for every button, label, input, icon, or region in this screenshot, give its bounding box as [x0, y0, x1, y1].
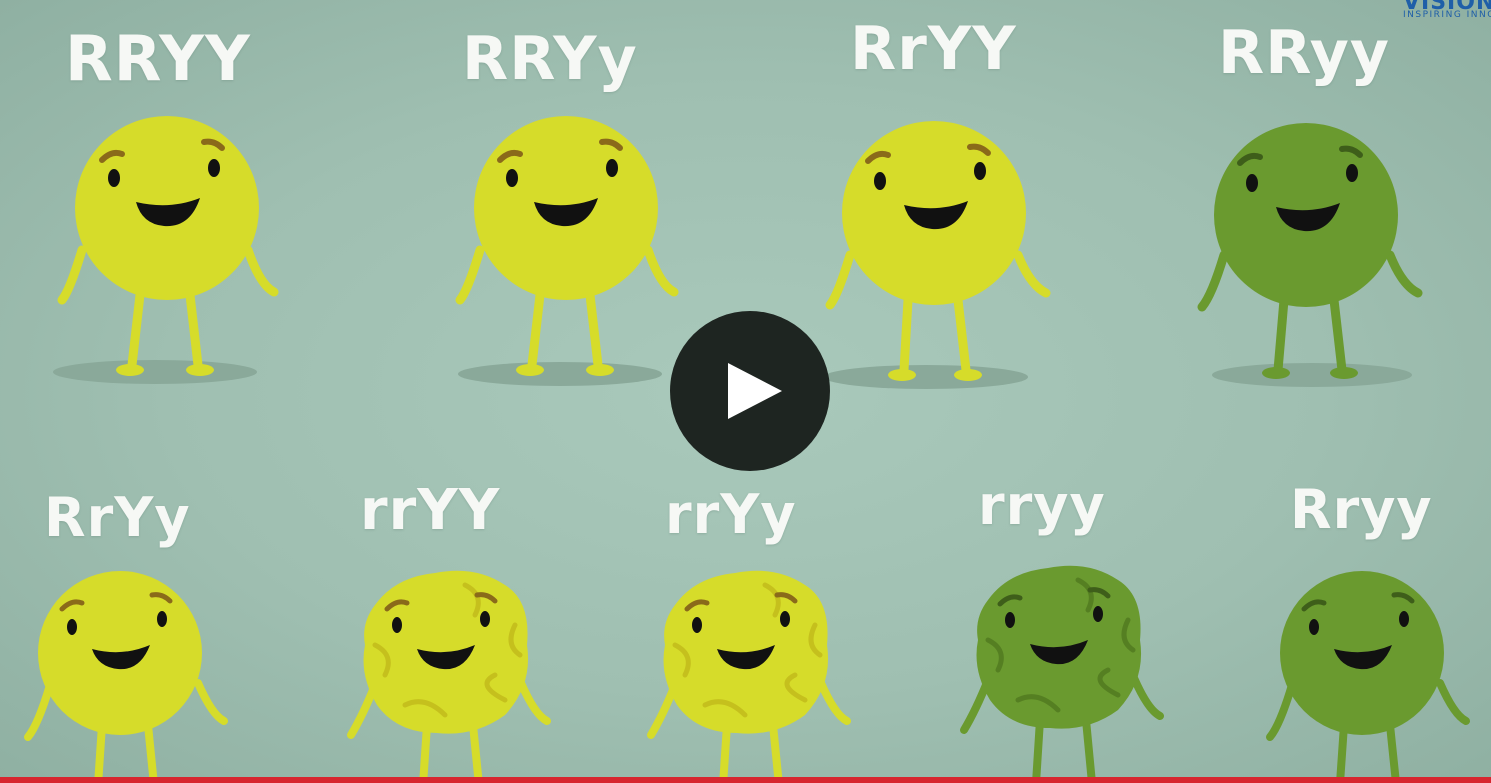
- yellow-wrinkled-pea: [345, 565, 565, 783]
- progress-bar[interactable]: [0, 777, 1491, 783]
- green-wrinkled-pea: [958, 560, 1178, 783]
- genotype-label: Rryy: [1290, 478, 1433, 541]
- play-button[interactable]: [670, 311, 830, 471]
- genotype-label: rrYy: [665, 483, 797, 546]
- genotype-label: rryy: [978, 474, 1106, 537]
- yellow-round-pea: [438, 110, 698, 400]
- yellow-wrinkled-pea: [645, 565, 865, 783]
- genotype-label: RrYY: [850, 14, 1017, 84]
- genotype-label: RRYy: [462, 24, 638, 94]
- logo-tagline: INSPIRING INNOVATION: [1403, 10, 1491, 20]
- yellow-round-pea: [20, 565, 240, 783]
- genotype-label: RRyy: [1218, 18, 1390, 88]
- play-icon: [728, 363, 782, 419]
- genotype-label: RrYy: [44, 486, 191, 549]
- channel-logo: VISION INSPIRING INNOVATION: [1395, 0, 1491, 22]
- yellow-round-pea: [40, 110, 300, 400]
- yellow-round-pea: [808, 115, 1068, 405]
- video-player[interactable]: VISION INSPIRING INNOVATION RRYY RRYy Rr…: [0, 0, 1491, 783]
- green-round-pea: [1180, 115, 1440, 405]
- green-round-pea: [1262, 565, 1482, 783]
- genotype-label: rrYY: [360, 478, 501, 543]
- genotype-label: RRYY: [65, 22, 251, 95]
